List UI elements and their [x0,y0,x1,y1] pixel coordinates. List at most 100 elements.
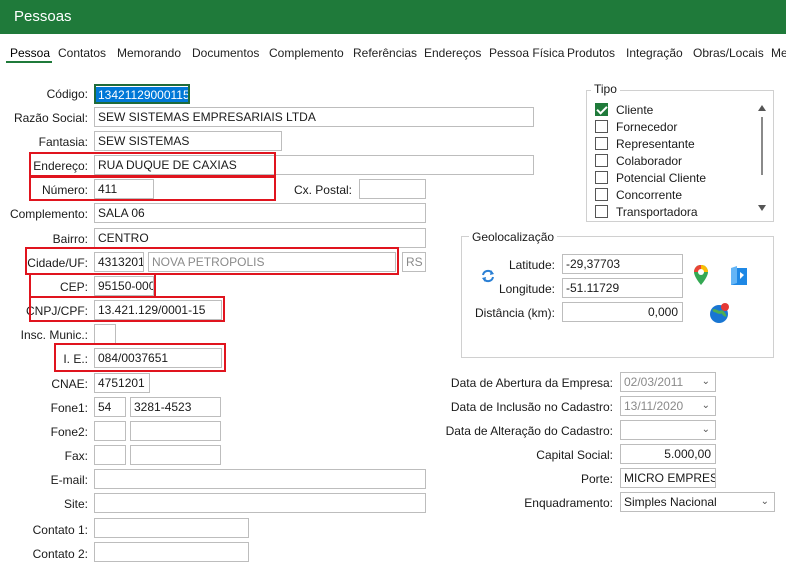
contato2-field[interactable] [94,542,249,562]
highlight-endereco [29,152,276,177]
site-label: Site: [63,497,88,511]
fantasia-field[interactable]: SEW SISTEMAS [94,131,282,151]
insc-munic-field[interactable] [94,324,116,344]
tab-integracao[interactable]: Integração [626,46,683,60]
tab-contatos[interactable]: Contatos [58,46,106,60]
tipo-fornecedor-checkbox[interactable] [595,120,608,133]
distancia-field[interactable]: 0,000 [562,302,683,322]
tipo-transportadora-label: Transportadora [616,205,698,219]
tipo-representante-checkbox[interactable] [595,137,608,150]
contato1-field[interactable] [94,518,249,538]
uf-field[interactable]: RS [402,252,426,272]
email-field[interactable] [94,469,426,489]
fone2-ddd-field[interactable] [94,421,126,441]
inclusao-date-field[interactable]: 13/11/2020 ⌄ [620,396,716,416]
tipo-concorrente-checkbox[interactable] [595,188,608,201]
bairro-field[interactable]: CENTRO [94,228,426,248]
tipo-colaborador-checkbox[interactable] [595,154,608,167]
map-icon[interactable] [729,265,749,287]
tipo-label: Tipo [591,82,620,96]
cx-postal-label: Cx. Postal: [293,183,352,197]
highlight-cidade-uf [25,247,399,275]
enquadramento-value: Simples Nacional [624,495,717,509]
tipo-potencial-cliente-checkbox[interactable] [595,171,608,184]
tipo-potencial-cliente-label: Potencial Cliente [616,171,707,185]
latitude-field[interactable]: -29,37703 [562,254,683,274]
cx-postal-field[interactable] [359,179,426,199]
fone1-label: Fone1: [50,401,88,415]
alteracao-label: Data de Alteração do Cadastro: [445,424,613,438]
tab-obras-locais[interactable]: Obras/Locais [693,46,764,60]
contato2-label: Contato 2: [32,547,88,561]
codigo-field[interactable]: 13421129000115 [94,84,190,104]
refresh-icon[interactable] [480,268,496,284]
fax-ddd-field[interactable] [94,445,126,465]
abertura-value: 02/03/2011 [624,375,684,389]
scroll-down-icon [758,205,766,211]
inclusao-value: 13/11/2020 [624,399,684,413]
capital-label: Capital Social: [536,448,613,462]
longitude-label: Longitude: [498,282,555,296]
tipo-scrollbar[interactable] [755,99,769,220]
razao-social-field[interactable]: SEW SISTEMAS EMPRESARIAIS LTDA [94,107,534,127]
tab-memorando[interactable]: Memorando [117,46,181,60]
alteracao-date-field[interactable]: ⌄ [620,420,716,440]
tab-complemento[interactable]: Complemento [269,46,344,60]
chevron-down-icon[interactable]: ⌄ [702,421,710,439]
chevron-down-icon[interactable]: ⌄ [702,373,710,391]
porte-field[interactable]: MICRO EMPRESA [620,468,716,488]
globe-icon[interactable] [709,302,731,324]
codigo-value: 13421129000115 [96,87,190,102]
site-field[interactable] [94,493,426,513]
fax-numero-field[interactable] [130,445,221,465]
map-pin-icon[interactable] [692,264,710,286]
fone1-ddd-field[interactable]: 54 [94,397,126,417]
tipo-concorrente-label: Concorrente [616,188,683,202]
tipo-cliente-checkbox[interactable] [595,103,608,116]
fantasia-label: Fantasia: [38,135,88,149]
cnae-field[interactable]: 4751201 [94,373,150,393]
tab-documentos[interactable]: Documentos [192,46,259,60]
latitude-label: Latitude: [508,258,555,272]
scroll-up-icon [758,105,766,111]
capital-field[interactable]: 5.000,00 [620,444,716,464]
fax-label: Fax: [64,449,88,463]
chevron-down-icon[interactable]: ⌄ [702,397,710,415]
enquadramento-select[interactable]: Simples Nacional ⌄ [620,492,775,512]
abertura-label: Data de Abertura da Empresa: [450,376,613,390]
window-title: Pessoas [14,8,72,25]
chevron-down-icon[interactable]: ⌄ [761,493,769,511]
active-tab-underline [6,61,52,63]
complemento-field[interactable]: SALA 06 [94,203,426,223]
longitude-field[interactable]: -51.11729 [562,278,683,298]
tab-more[interactable]: Me [771,46,786,60]
tipo-representante-label: Representante [616,137,695,151]
highlight-ie [54,343,226,372]
tipo-transportadora-checkbox[interactable] [595,205,608,218]
tipo-colaborador-label: Colaborador [616,154,683,168]
fone1-numero-field[interactable]: 3281-4523 [130,397,221,417]
porte-label: Porte: [580,472,613,486]
tab-produtos[interactable]: Produtos [567,46,615,60]
scroll-thumb [761,117,763,175]
razao-social-label: Razão Social: [13,111,88,125]
geo-label: Geolocalização [469,230,558,244]
fone2-label: Fone2: [50,425,88,439]
tab-enderecos[interactable]: Endereços [424,46,481,60]
email-label: E-mail: [50,473,88,487]
scrollbar-graphic [758,105,766,211]
distancia-label: Distância (km): [474,306,555,320]
tab-pessoa[interactable]: Pessoa [10,46,50,60]
abertura-date-field[interactable]: 02/03/2011 ⌄ [620,372,716,392]
title-bar: Pessoas [0,0,786,34]
enquadramento-label: Enquadramento: [524,496,613,510]
codigo-label: Código: [46,87,88,101]
cnae-label: CNAE: [51,377,88,391]
tab-pessoa-fisica[interactable]: Pessoa Física [489,46,564,60]
inclusao-label: Data de Inclusão no Cadastro: [450,400,613,414]
tipo-cliente-label: Cliente [616,103,654,117]
tipo-fornecedor-label: Fornecedor [616,120,678,134]
insc-munic-label: Insc. Munic.: [20,328,88,342]
fone2-numero-field[interactable] [130,421,221,441]
tab-referencias[interactable]: Referências [353,46,417,60]
